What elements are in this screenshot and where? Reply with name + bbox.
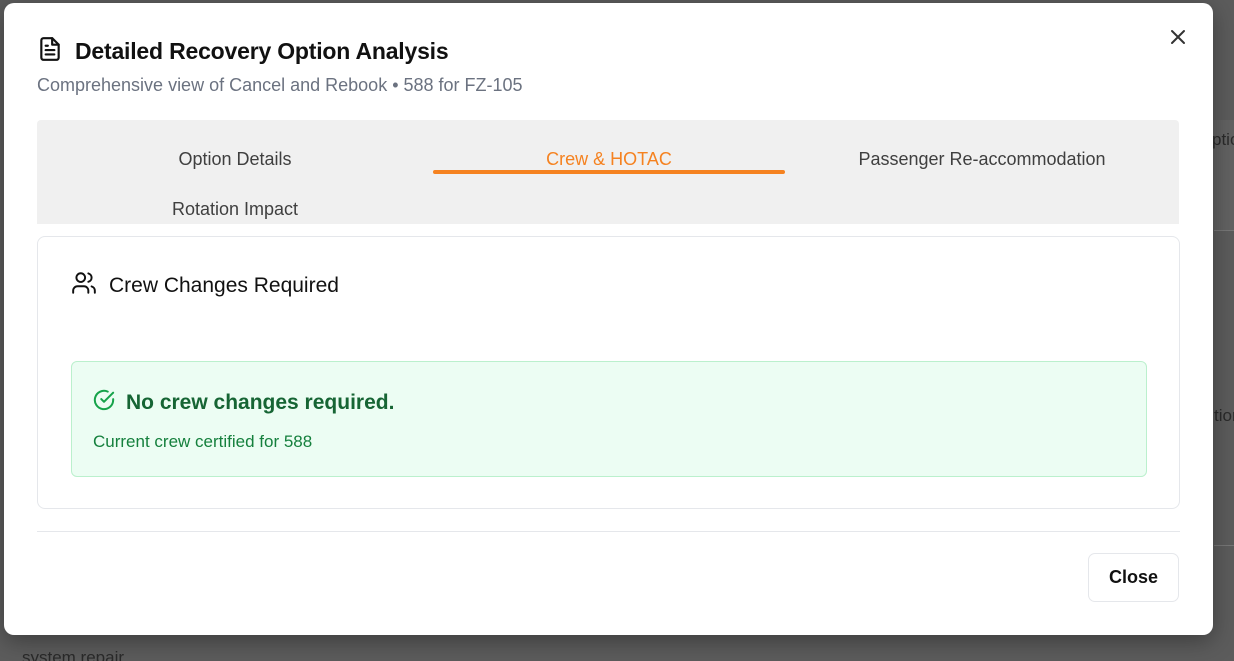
footer-divider — [37, 531, 1180, 532]
tab-passenger-reaccommodation[interactable]: Passenger Re-accommodation — [785, 147, 1179, 171]
tab-option-details[interactable]: Option Details — [37, 147, 433, 171]
crew-changes-heading: Crew Changes Required — [71, 270, 339, 302]
notice-heading: No crew changes required. — [93, 389, 394, 417]
close-icon[interactable] — [1167, 26, 1189, 48]
users-icon — [71, 270, 97, 302]
background-text: system repair — [22, 648, 125, 661]
dialog-subtitle: Comprehensive view of Cancel and Rebook … — [37, 75, 523, 95]
no-crew-changes-notice: No crew changes required. Current crew c… — [71, 361, 1147, 477]
active-tab-indicator — [433, 170, 785, 174]
dialog-title: Detailed Recovery Option Analysis — [75, 38, 449, 64]
check-circle-icon — [93, 389, 115, 417]
recovery-option-dialog: Detailed Recovery Option Analysis Compre… — [4, 3, 1213, 635]
crew-changes-title: Crew Changes Required — [109, 274, 339, 297]
background-text: ptic — [1212, 130, 1234, 149]
tab-crew-hotac[interactable]: Crew & HOTAC — [433, 147, 785, 171]
notice-detail: Current crew certified for 588 — [93, 432, 313, 451]
background-text: tion — [1214, 406, 1234, 425]
background-divider — [1214, 230, 1234, 231]
dialog-header: Detailed Recovery Option Analysis — [37, 36, 449, 67]
tab-bar: Option Details Crew & HOTAC Passenger Re… — [37, 120, 1179, 224]
document-icon — [37, 36, 63, 67]
tab-rotation-impact[interactable]: Rotation Impact — [37, 197, 433, 221]
close-button[interactable]: Close — [1088, 553, 1179, 602]
notice-heading-text: No crew changes required. — [126, 391, 395, 414]
crew-changes-card: Crew Changes Required No crew changes re… — [37, 236, 1180, 509]
background-divider — [1214, 545, 1234, 546]
